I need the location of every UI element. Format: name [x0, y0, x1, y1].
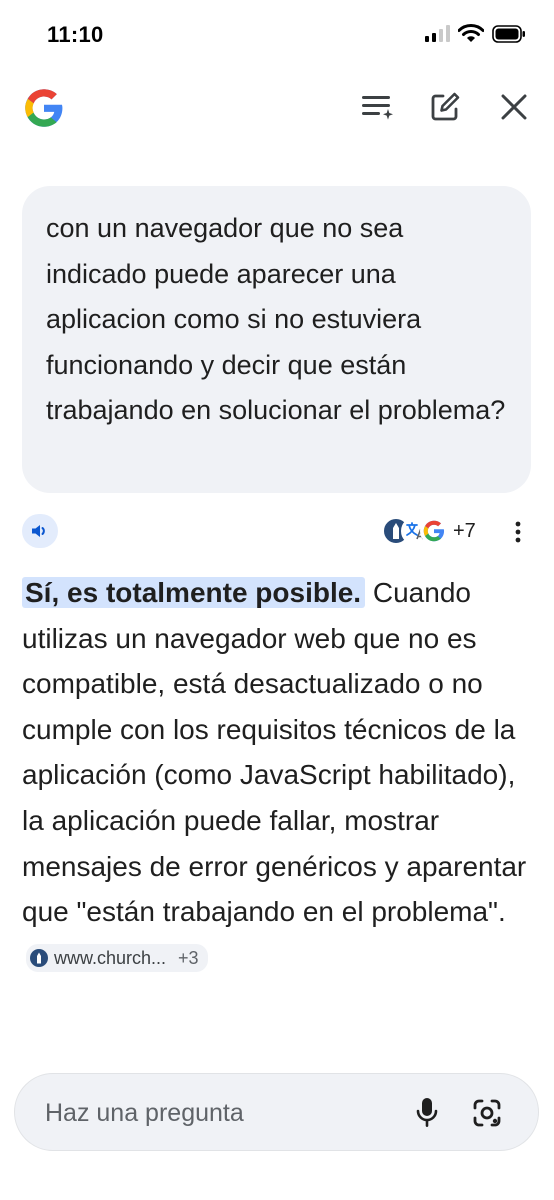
- ask-bar: [14, 1073, 539, 1151]
- ai-mode-screen: 11:10 con un navegador que no sea indica…: [0, 0, 554, 1200]
- lens-search-button[interactable]: [467, 1093, 507, 1133]
- read-aloud-button[interactable]: [22, 514, 58, 548]
- citation-chip[interactable]: www.church... +3: [26, 943, 208, 972]
- ai-response-text: Sí, es totalmente posible. Cuando utiliz…: [22, 570, 534, 980]
- microphone-icon: [416, 1098, 438, 1127]
- edit-icon: [431, 92, 460, 121]
- speaker-icon: [32, 525, 45, 537]
- battery-icon: [492, 24, 525, 43]
- user-message-text: con un navegador que no sea indicado pue…: [46, 213, 506, 426]
- task-list-icon: [362, 96, 393, 120]
- lens-camera-icon: [473, 1099, 501, 1127]
- status-time: 11:10: [47, 22, 104, 47]
- wifi-icon: [458, 24, 484, 42]
- church-site-icon: [30, 948, 48, 967]
- voice-search-button[interactable]: [407, 1093, 447, 1133]
- more-vert-icon: [515, 521, 521, 543]
- new-chat-button[interactable]: [424, 86, 466, 128]
- close-icon: [501, 94, 527, 120]
- status-icons: [425, 24, 526, 43]
- citation-extra-count: +3: [178, 947, 199, 968]
- google-site-icon: [420, 517, 448, 545]
- citation-site: www.church...: [54, 947, 167, 968]
- user-message-bubble: con un navegador que no sea indicado pue…: [22, 186, 531, 493]
- cellular-signal-icon: [425, 25, 450, 42]
- status-bar: 11:10: [0, 0, 554, 70]
- response-body: Cuando utilizas un navegador web que no …: [22, 577, 527, 928]
- close-button[interactable]: [493, 86, 535, 128]
- response-highlight: Sí, es totalmente posible.: [22, 577, 366, 608]
- more-options-button[interactable]: [504, 515, 532, 549]
- sources-count: +7: [453, 519, 476, 542]
- google-g-logo: [25, 89, 63, 127]
- question-input[interactable]: [43, 1094, 387, 1132]
- history-button[interactable]: [356, 86, 398, 128]
- sources-button[interactable]: +7: [382, 514, 476, 548]
